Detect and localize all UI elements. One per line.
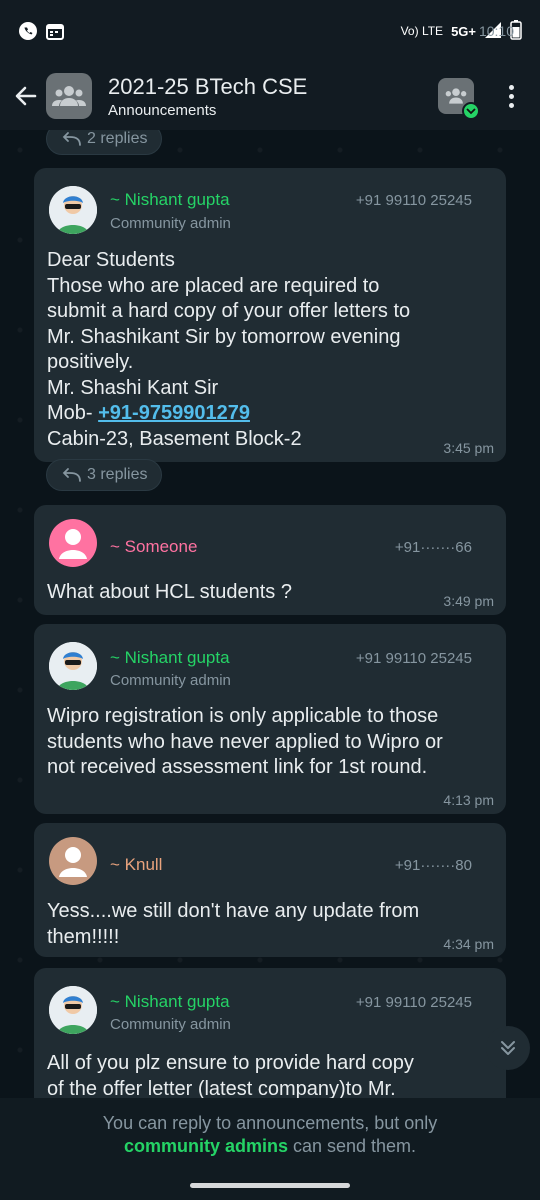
- message-time: 4:34 pm: [443, 936, 494, 952]
- phone-link[interactable]: +91-9759901279: [98, 402, 250, 424]
- message-text: Wipro registration is only applicable to…: [47, 704, 492, 781]
- group-avatar[interactable]: [46, 73, 92, 119]
- sender-phone: +91 99110 25245: [355, 994, 472, 1011]
- whatsapp-call-icon: [18, 21, 38, 41]
- avatar[interactable]: [49, 986, 97, 1034]
- sender-name[interactable]: ~ Someone: [110, 537, 197, 557]
- replies-label: 3 replies: [87, 466, 148, 483]
- announcement-footer: You can reply to announcements, but only…: [0, 1098, 540, 1200]
- footer-line-2: community admins can send them.: [0, 1135, 540, 1158]
- sender-role: Community admin: [110, 672, 231, 689]
- calendar-icon: [46, 22, 64, 40]
- group-icon: [52, 86, 86, 106]
- message-bubble[interactable]: ~ Knull +91·······80 Yess....we still do…: [34, 823, 506, 957]
- footer-line-1: You can reply to announcements, but only: [102, 1113, 438, 1133]
- group-title: 2021-25 BTech CSE: [108, 73, 308, 99]
- header-titles[interactable]: 2021-25 BTech CSE Announcements: [108, 74, 438, 119]
- gesture-nav-bar[interactable]: [190, 1183, 350, 1188]
- message-line: Mr. Shashikant Sir by tomorrow evening: [47, 325, 401, 348]
- sender-phone: +91 99110 25245: [355, 650, 472, 667]
- message-bubble[interactable]: ~ Nishant gupta Community admin +91 9911…: [34, 968, 506, 1098]
- message-time: 3:49 pm: [443, 593, 494, 609]
- avatar[interactable]: [49, 642, 97, 690]
- scroll-down-icon: [501, 1041, 515, 1055]
- message-line: Dear Students: [47, 249, 175, 271]
- message-line: positively.: [47, 351, 134, 373]
- avatar[interactable]: [49, 837, 97, 885]
- message-line: them!!!!!: [47, 925, 120, 948]
- message-bubble[interactable]: ~ Someone +91·······66 What about HCL st…: [34, 505, 506, 615]
- message-bubble[interactable]: ~ Nishant gupta Community admin +91 9911…: [34, 168, 506, 462]
- message-line: Cabin-23, Basement Block-2: [47, 427, 302, 450]
- message-line: Mr. Shashi Kant Sir: [47, 376, 219, 399]
- reply-arrow-icon: [62, 468, 81, 482]
- mob-prefix: Mob-: [47, 402, 99, 424]
- replies-pill[interactable]: 2 replies: [46, 130, 163, 155]
- chat-header: 2021-25 BTech CSE Announcements: [0, 62, 540, 130]
- replies-pill[interactable]: 3 replies: [46, 459, 163, 491]
- message-text: Yess....we still don't have any update f…: [47, 899, 492, 950]
- message-text: All of you plz ensure to provide hard co…: [47, 1051, 492, 1098]
- message-text: What about HCL students ?: [47, 581, 292, 603]
- signal-type: 5G+: [451, 23, 476, 39]
- status-bar: 10:10 Vo) LTE 5G+: [0, 0, 540, 62]
- message-time: 3:45 pm: [443, 440, 494, 456]
- chevron-down-icon: [462, 102, 480, 120]
- reply-arrow-icon: [62, 132, 81, 146]
- message-line: Yess....we still don't have any update f…: [47, 900, 420, 922]
- chat-area[interactable]: 2 replies ~ Nishant gupta Community admi…: [0, 130, 540, 1098]
- footer-suffix: can send them.: [287, 1136, 417, 1156]
- message-time: 4:13 pm: [443, 792, 494, 808]
- more-vert-icon[interactable]: [496, 84, 526, 108]
- sender-name[interactable]: ~ Nishant gupta: [110, 648, 230, 668]
- avatar[interactable]: [49, 519, 97, 567]
- message-line: not received assessment link for 1st rou…: [47, 756, 428, 778]
- sender-phone: +91·······80: [394, 857, 472, 874]
- message-line: Wipro registration is only applicable to…: [47, 705, 439, 727]
- group-subtitle: Announcements: [108, 101, 217, 119]
- sender-name[interactable]: ~ Knull: [110, 855, 162, 875]
- avatar[interactable]: [49, 186, 97, 234]
- message-line: Mob- +91-9759901279: [47, 401, 492, 427]
- message-line: students who have never applied to Wipro…: [47, 730, 443, 753]
- message-text: Dear Students Those who are placed are r…: [47, 248, 492, 452]
- replies-label: 2 replies: [87, 130, 148, 147]
- volte-indicator: Vo) LTE: [400, 24, 444, 38]
- back-button[interactable]: [6, 76, 46, 116]
- sender-name[interactable]: ~ Nishant gupta: [110, 992, 230, 1012]
- message-bubble[interactable]: ~ Nishant gupta Community admin +91 9911…: [34, 624, 506, 814]
- sender-phone: +91·······66: [394, 539, 472, 556]
- message-line: All of you plz ensure to provide hard co…: [47, 1052, 414, 1074]
- community-admins-link[interactable]: community admins: [124, 1136, 288, 1156]
- status-time: 10:10: [478, 23, 514, 39]
- message-line: submit a hard copy of your offer letters…: [47, 300, 411, 322]
- community-button[interactable]: [438, 78, 480, 120]
- sender-role: Community admin: [110, 1016, 231, 1033]
- message-line: of the offer letter (latest company)to M…: [47, 1077, 396, 1099]
- sender-role: Community admin: [110, 215, 231, 232]
- sender-phone: +91 99110 25245: [355, 192, 472, 209]
- sender-name[interactable]: ~ Nishant gupta: [110, 190, 230, 210]
- message-line: Those who are placed are required to: [47, 274, 380, 297]
- back-arrow-icon: [15, 86, 37, 106]
- scroll-to-bottom-button[interactable]: [486, 1026, 530, 1070]
